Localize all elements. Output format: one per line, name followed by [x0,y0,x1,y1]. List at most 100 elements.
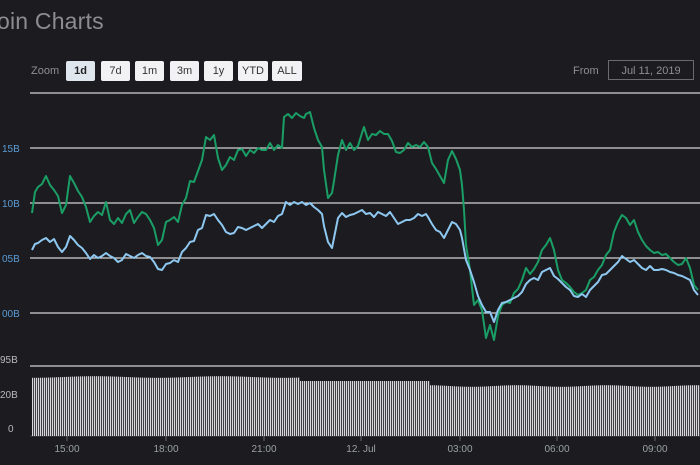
volume-bar [382,381,384,436]
volume-bar [648,386,650,436]
volume-bar [242,376,244,436]
volume-bar [344,381,346,436]
volume-bar [338,381,340,436]
volume-bar [40,377,42,436]
volume-bar [100,376,102,436]
volume-bar [248,376,250,436]
volume-bar [70,376,72,436]
volume-bar [398,381,400,436]
volume-bar [82,376,84,436]
volume-bar [342,381,344,436]
volume-bar [112,376,114,436]
volume-bar [66,376,68,436]
volume-bar [428,381,430,436]
volume-bar [208,376,210,436]
volume-bar [518,385,520,436]
volume-bar [380,381,382,436]
volume-bar [150,377,152,436]
volume-bar [172,377,174,436]
volume-bar [492,386,494,436]
volume-bar [568,386,570,436]
volume-bar [378,381,380,436]
volume-bar [662,386,664,436]
price-chart: 15B 10B 05B 00B 95B 20B 0 15:00 18:00 21:00 12. Ju… [0,92,700,455]
volume-bar [282,377,284,436]
volume-bar [138,377,140,436]
volume-bar [328,381,330,436]
volume-bar [192,376,194,436]
volume-bar [132,377,134,436]
volume-bar [520,385,522,436]
volume-bar [244,376,246,436]
volume-bar [424,381,426,436]
volume-bar [422,381,424,436]
volume-bar [630,386,632,436]
volume-bar [558,386,560,436]
volume-bar [348,381,350,436]
volume-bar [114,376,116,436]
volume-bar [414,381,416,436]
volume-bar [670,386,672,436]
volume-bar [142,377,144,436]
x-tick-label: 21:00 [251,444,276,455]
volume-bar [552,386,554,436]
volume-bar [416,381,418,436]
volume-bar [86,376,88,436]
volume-bar [90,376,92,436]
volume-bar [140,377,142,436]
volume-bar [190,376,192,436]
volume-bar [448,385,450,436]
volume-bar [314,381,316,436]
volume-bar [96,376,98,436]
volume-bar [294,377,296,436]
volume-bar [624,385,626,436]
volume-bar [396,381,398,436]
volume-bar [598,385,600,436]
volume-bar [352,381,354,436]
volume-bar [124,376,126,436]
volume-bar [478,386,480,436]
volume-bar [546,386,548,436]
volume-bar [526,385,528,436]
volume-bar [614,385,616,436]
volume-bar [252,377,254,436]
volume-bar [436,385,438,436]
volume-bar [144,377,146,436]
volume-bar [154,377,156,436]
volume-bar [490,386,492,436]
x-tick-label: 03:00 [447,444,472,455]
volume-bar [106,376,108,436]
volume-bar [440,385,442,436]
volume-bar [58,377,60,436]
volume-bar [608,385,610,436]
volume-bar [110,376,112,436]
volume-bar [394,381,396,436]
volume-bar [274,377,276,436]
volume-bar [80,376,82,436]
volume-bar [384,381,386,436]
volume-bar [288,377,290,436]
volume-bar [646,386,648,436]
volume-bar [262,377,264,436]
volume-bar [466,386,468,436]
volume-bar [324,381,326,436]
volume-bar [508,385,510,436]
volume-bar [176,377,178,436]
volume-bar [156,377,158,436]
volume-bar [692,385,694,436]
volume-bar [238,376,240,436]
volume-bar [674,385,676,436]
volume-bar [534,385,536,436]
volume-bar [104,376,106,436]
volume-bar [284,377,286,436]
volume-bar [46,377,48,436]
volume-bar [564,386,566,436]
volume-bar [686,385,688,436]
volume-bar [668,386,670,436]
volume-bar [554,386,556,436]
volume-bar [260,377,262,436]
volume-bar [410,381,412,436]
volume-bar [612,385,614,436]
volume-bar [644,386,646,436]
volume-bar [514,385,516,436]
